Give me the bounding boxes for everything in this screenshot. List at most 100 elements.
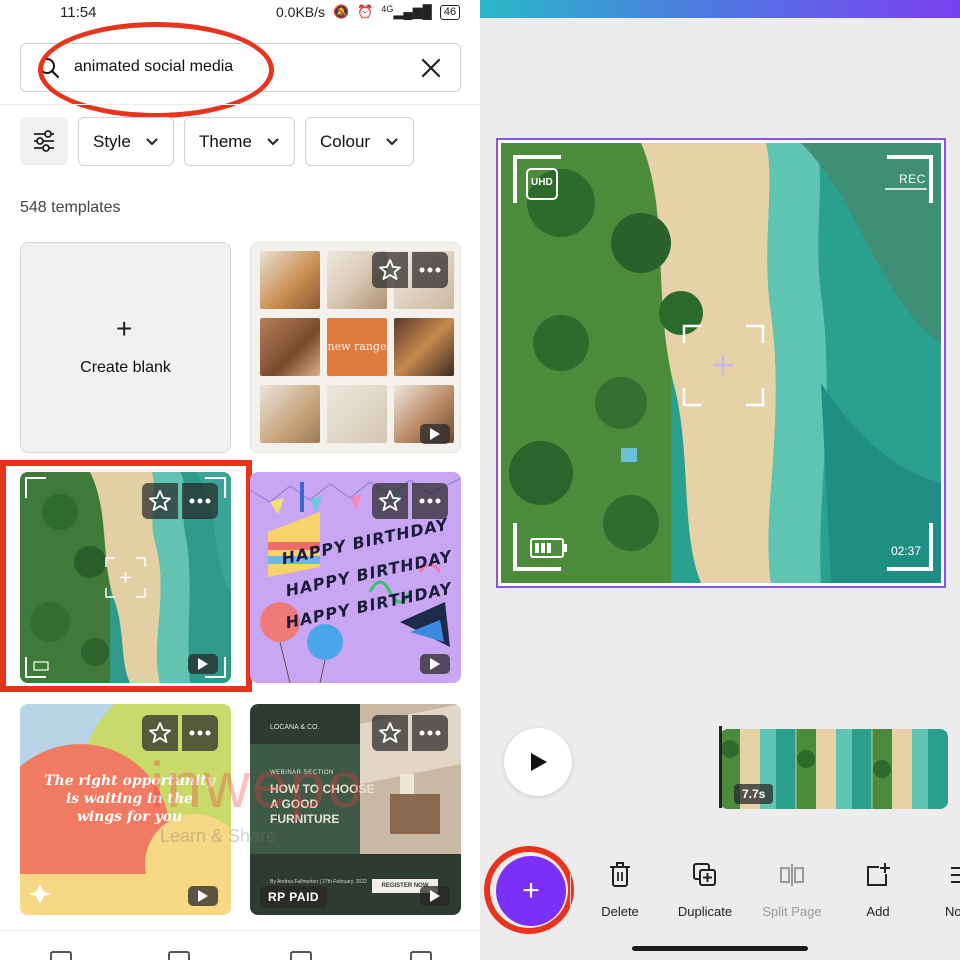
style-filter-dropdown[interactable]: Style — [78, 117, 174, 166]
more-icon — [419, 267, 441, 273]
add-page-button[interactable]: Add — [838, 862, 918, 919]
toolbar-divider — [570, 874, 571, 908]
video-badge — [420, 886, 450, 906]
status-time: 11:54 — [60, 4, 97, 21]
favorite-button[interactable] — [372, 715, 408, 751]
play-icon — [430, 428, 440, 440]
more-options-button[interactable] — [182, 715, 218, 751]
camera-uhd-label: UHD — [531, 177, 553, 188]
header-gradient — [480, 0, 960, 18]
video-badge — [188, 654, 218, 674]
duplicate-button[interactable]: Duplicate — [665, 862, 745, 919]
divider — [0, 104, 480, 105]
colour-filter-label: Colour — [320, 131, 371, 151]
more-icon — [189, 498, 211, 504]
video-badge — [420, 424, 450, 444]
split-icon — [780, 864, 804, 886]
more-options-button[interactable] — [412, 252, 448, 288]
star-icon — [379, 490, 401, 511]
template-photo — [327, 385, 387, 443]
theme-filter-dropdown[interactable]: Theme — [184, 117, 295, 166]
star-icon — [149, 490, 171, 511]
play-button[interactable] — [504, 728, 572, 796]
play-icon — [198, 658, 208, 670]
favorite-button[interactable] — [372, 483, 408, 519]
play-icon — [430, 658, 440, 670]
search-icon — [39, 58, 60, 79]
star-icon — [379, 259, 401, 280]
star-icon — [379, 722, 401, 743]
add-page-label: Add — [866, 904, 890, 919]
paid-badge: RP PAID — [260, 886, 328, 908]
network-speed: 0.0KB/s — [276, 4, 326, 20]
more-icon — [189, 730, 211, 736]
add-page-icon — [867, 863, 890, 886]
canvas-preview[interactable]: UHD REC 02:37 — [496, 138, 946, 588]
home-indicator — [632, 946, 808, 951]
split-page-label: Split Page — [762, 904, 822, 919]
video-badge — [420, 654, 450, 674]
template-photo — [260, 318, 320, 376]
furniture-heading: HOW TO CHOOSE A GOOD FURNITURE — [270, 782, 375, 826]
template-photo — [260, 251, 320, 309]
opportunity-quote: The right opportunity is waiting in the … — [44, 773, 215, 825]
chevron-down-icon — [386, 138, 398, 146]
style-filter-label: Style — [93, 131, 131, 151]
favorite-button[interactable] — [372, 252, 408, 288]
more-options-button[interactable] — [182, 483, 218, 519]
duplicate-label: Duplicate — [677, 904, 733, 919]
chevron-down-icon — [267, 138, 279, 146]
template-search-screen: 11:54 0.0KB/s 🔕 ⏰ 4G▂▄▆█ 46 animated soc… — [0, 0, 480, 960]
split-page-button[interactable]: Split Page — [752, 862, 832, 919]
play-icon — [531, 753, 547, 771]
alarm-icon: ⏰ — [357, 4, 374, 19]
favorite-button[interactable] — [142, 715, 178, 751]
star-icon — [149, 722, 171, 743]
furniture-logo: LOCANA & CO. — [270, 724, 320, 731]
video-badge — [188, 886, 218, 906]
signal-icon: 4G▂▄▆█ — [381, 4, 432, 19]
plus-icon: + — [116, 313, 133, 344]
team-icon[interactable] — [290, 951, 312, 960]
video-editor-screen: UHD REC 02:37 7.7s + Delete Duplicate Sp… — [480, 0, 960, 960]
duplicate-icon — [693, 863, 716, 886]
sliders-icon — [34, 130, 54, 152]
camera-rec-label: REC — [899, 172, 926, 186]
status-bar: 11:54 0.0KB/s 🔕 ⏰ 4G▂▄▆█ 46 — [0, 0, 480, 26]
plus-icon: + — [522, 874, 540, 907]
delete-label: Delete — [601, 904, 639, 919]
more-options-button[interactable] — [412, 483, 448, 519]
favorite-button[interactable] — [142, 483, 178, 519]
more-options-button[interactable] — [412, 715, 448, 751]
camera-timecode: 02:37 — [891, 544, 922, 558]
template-tile-text: new range — [327, 318, 387, 376]
notes-icon — [951, 867, 960, 883]
close-icon[interactable] — [420, 57, 442, 79]
notes-button[interactable]: No — [920, 862, 960, 919]
add-element-button[interactable]: + — [496, 856, 566, 926]
playhead[interactable] — [719, 726, 722, 808]
play-icon — [430, 890, 440, 902]
delete-button[interactable]: Delete — [580, 862, 660, 919]
more-icon — [419, 730, 441, 736]
status-icons: 0.0KB/s 🔕 ⏰ 4G▂▄▆█ 46 — [276, 4, 461, 20]
menu-icon[interactable] — [410, 951, 432, 960]
theme-filter-label: Theme — [199, 131, 252, 151]
search-query[interactable]: animated social media — [74, 58, 233, 76]
home-icon[interactable] — [50, 951, 72, 960]
search-input[interactable]: animated social media — [20, 43, 461, 92]
furniture-section: WEBINAR SECTION — [270, 770, 334, 776]
filter-button[interactable] — [20, 117, 68, 165]
signal-label: 4G — [381, 4, 394, 14]
create-blank-card[interactable]: + Create blank — [20, 242, 231, 453]
notes-label: No — [945, 904, 960, 919]
trash-icon — [610, 862, 630, 887]
clip-duration-badge: 7.7s — [734, 784, 774, 804]
bottom-navigation — [0, 930, 480, 960]
colour-filter-dropdown[interactable]: Colour — [305, 117, 414, 166]
create-blank-label: Create blank — [80, 359, 171, 376]
projects-icon[interactable] — [168, 951, 190, 960]
play-icon — [198, 890, 208, 902]
mute-icon: 🔕 — [333, 4, 350, 19]
more-icon — [419, 498, 441, 504]
